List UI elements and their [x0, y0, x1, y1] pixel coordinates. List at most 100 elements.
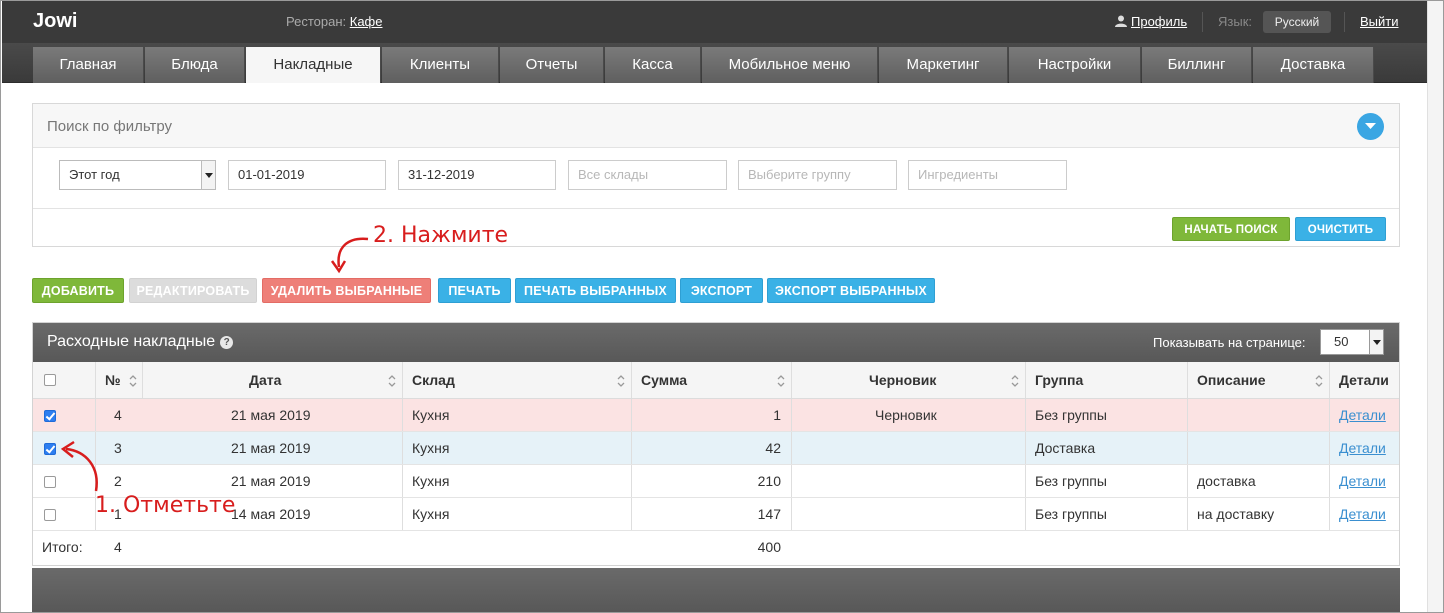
tab-delivery[interactable]: Доставка — [1253, 47, 1374, 83]
column-header-details: Детали — [1339, 372, 1389, 388]
filter-toggle-button[interactable] — [1357, 113, 1384, 140]
filter-header[interactable]: Поиск по фильтру — [33, 104, 1399, 148]
column-divider — [631, 362, 632, 398]
tab-cashier[interactable]: Касса — [605, 47, 701, 83]
per-page-label: Показывать на странице: — [1153, 335, 1306, 350]
page-scrollbar[interactable] — [1427, 1, 1443, 612]
per-page-select[interactable]: 50 — [1320, 329, 1384, 355]
cell-draft: Черновик — [875, 407, 937, 423]
cell-sum: 42 — [765, 440, 781, 456]
sort-icon[interactable] — [129, 374, 137, 388]
tab-settings[interactable]: Настройки — [1009, 47, 1141, 83]
table-row[interactable]: 3 21 мая 2019 Кухня 42 Доставка Детали — [33, 432, 1399, 465]
column-header-date[interactable]: Дата — [249, 362, 281, 398]
column-divider — [1025, 432, 1026, 464]
cell-date: 14 мая 2019 — [231, 506, 311, 522]
column-divider — [1329, 399, 1330, 431]
tab-mobile-menu[interactable]: Мобильное меню — [702, 47, 878, 83]
column-divider — [631, 465, 632, 497]
row-checkbox[interactable] — [44, 443, 56, 455]
sort-icon[interactable] — [617, 374, 625, 388]
profile-link[interactable]: Профиль — [1115, 14, 1187, 29]
tab-invoices[interactable]: Накладные — [246, 47, 381, 83]
select-all-checkbox[interactable] — [44, 374, 56, 386]
language-select[interactable]: Русский — [1263, 11, 1331, 33]
column-divider — [1187, 498, 1188, 530]
print-button[interactable]: ПЕЧАТЬ — [438, 278, 511, 303]
cell-date: 21 мая 2019 — [231, 440, 311, 456]
help-icon[interactable]: ? — [220, 336, 234, 349]
date-to-input[interactable]: 31-12-2019 — [398, 160, 556, 190]
divider — [1344, 12, 1345, 32]
main-nav: Главная Блюда Накладные Клиенты Отчеты К… — [2, 43, 1427, 83]
ingredients-input[interactable]: Ингредиенты — [908, 160, 1067, 190]
add-button[interactable]: ДОБАВИТЬ — [32, 278, 124, 303]
table-header-bar: Расходные накладные? Показывать на стран… — [33, 323, 1399, 362]
start-search-button[interactable]: НАЧАТЬ ПОИСК — [1172, 217, 1290, 241]
column-divider — [631, 432, 632, 464]
column-divider — [402, 399, 403, 431]
table-row[interactable]: 1 14 мая 2019 Кухня 147 Без группы на до… — [33, 498, 1399, 531]
table-row[interactable]: 4 21 мая 2019 Кухня 1 Черновик Без групп… — [33, 399, 1399, 432]
column-divider — [631, 399, 632, 431]
tab-clients[interactable]: Клиенты — [382, 47, 499, 83]
print-selected-button[interactable]: ПЕЧАТЬ ВЫБРАННЫХ — [515, 278, 676, 303]
period-select[interactable]: Этот год — [59, 160, 216, 190]
top-bar: Jowi Ресторан: Кафе Профиль Язык: Русски… — [2, 1, 1427, 43]
details-link[interactable]: Детали — [1339, 498, 1386, 530]
sort-icon[interactable] — [1011, 374, 1019, 388]
tab-billing[interactable]: Биллинг — [1142, 47, 1252, 83]
details-link[interactable]: Детали — [1339, 399, 1386, 431]
column-header-warehouse[interactable]: Склад — [412, 362, 455, 398]
annotation-arrow-1 — [60, 440, 98, 492]
total-label: Итого: — [42, 539, 83, 555]
tab-reports[interactable]: Отчеты — [500, 47, 604, 83]
cell-number: 3 — [114, 440, 122, 456]
column-divider — [142, 362, 143, 398]
sort-icon[interactable] — [1315, 374, 1323, 388]
column-header-description[interactable]: Описание — [1197, 362, 1266, 398]
cell-date: 21 мая 2019 — [231, 407, 311, 423]
cell-warehouse: Кухня — [412, 407, 450, 423]
column-divider — [1187, 465, 1188, 497]
period-value: Этот год — [69, 167, 120, 182]
user-icon — [1115, 15, 1127, 27]
row-checkbox[interactable] — [44, 410, 56, 422]
row-checkbox[interactable] — [44, 476, 56, 488]
column-header-group[interactable]: Группа — [1035, 362, 1083, 398]
dropdown-arrow-icon — [1369, 330, 1383, 354]
export-button[interactable]: ЭКСПОРТ — [680, 278, 763, 303]
chevron-down-icon — [1365, 123, 1376, 129]
column-divider — [402, 465, 403, 497]
warehouse-input[interactable]: Все склады — [568, 160, 727, 190]
details-link[interactable]: Детали — [1339, 432, 1386, 464]
tab-home[interactable]: Главная — [33, 47, 144, 83]
column-divider — [1025, 498, 1026, 530]
clear-button[interactable]: ОЧИСТИТЬ — [1295, 217, 1386, 241]
row-checkbox[interactable] — [44, 509, 56, 521]
language-label: Язык: — [1218, 14, 1252, 29]
logo: Jowi — [33, 10, 78, 32]
sort-icon[interactable] — [388, 374, 396, 388]
column-header-draft[interactable]: Черновик — [869, 362, 936, 398]
edit-button[interactable]: РЕДАКТИРОВАТЬ — [129, 278, 257, 303]
sort-icon[interactable] — [777, 374, 785, 388]
table-header-row: № Дата Склад Сумма Черновик Группа Описа… — [33, 362, 1399, 399]
dropdown-arrow-icon — [201, 161, 215, 189]
tab-dishes[interactable]: Блюда — [145, 47, 245, 83]
table-row[interactable]: 2 21 мая 2019 Кухня 210 Без группы доста… — [33, 465, 1399, 498]
details-link[interactable]: Детали — [1339, 465, 1386, 497]
column-divider — [791, 498, 792, 530]
cell-group: Без группы — [1035, 407, 1107, 423]
export-selected-button[interactable]: ЭКСПОРТ ВЫБРАННЫХ — [767, 278, 935, 303]
date-from-input[interactable]: 01-01-2019 — [228, 160, 386, 190]
column-divider — [1329, 362, 1330, 398]
column-header-number[interactable]: № — [105, 362, 121, 398]
column-header-sum[interactable]: Сумма — [641, 362, 687, 398]
cell-group: Доставка — [1035, 440, 1096, 456]
delete-selected-button[interactable]: УДАЛИТЬ ВЫБРАННЫЕ — [262, 278, 431, 303]
group-input[interactable]: Выберите группу — [738, 160, 897, 190]
logout-link[interactable]: Выйти — [1360, 14, 1399, 29]
restaurant-link[interactable]: Кафе — [350, 14, 383, 29]
tab-marketing[interactable]: Маркетинг — [879, 47, 1008, 83]
